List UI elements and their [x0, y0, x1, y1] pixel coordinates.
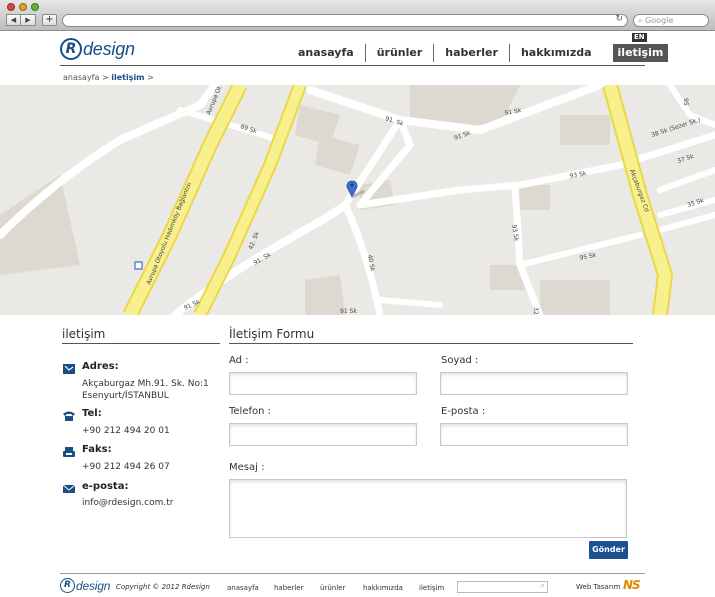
address-value: Akçaburgaz Mh.91. Sk. No:1 Esenyurt/İSTA… — [82, 378, 209, 402]
submit-button[interactable]: Gönder — [589, 541, 628, 559]
message-textarea[interactable] — [229, 479, 627, 538]
name-label: Ad : — [229, 355, 249, 366]
breadcrumb-current[interactable]: iletişim — [111, 73, 144, 82]
search-placeholder: Google — [645, 16, 674, 25]
map-building — [540, 280, 610, 315]
map-building — [315, 135, 360, 175]
zoom-window-button[interactable] — [31, 3, 39, 11]
message-label: Mesaj : — [229, 462, 265, 473]
map-label: 37 Sk — [676, 153, 695, 165]
contact-section-title: iletişim — [62, 327, 106, 341]
window-controls — [7, 3, 39, 11]
breadcrumb-separator: > — [101, 73, 109, 82]
tel-value[interactable]: +90 212 494 20 01 — [82, 425, 170, 437]
header-divider — [60, 65, 645, 66]
footer-logo-mark: R — [60, 578, 75, 593]
map-label: Avrupa Otoyolu Hadımköy Bağlantısı — [145, 181, 193, 286]
menu-item-news[interactable]: haberler — [434, 44, 510, 62]
map-label: 38 Sk (Sezer Sk.) — [650, 116, 701, 139]
footer-search-input[interactable]: ⌕ — [457, 581, 548, 593]
copyright-text: Copyright © 2012 Rdesign — [116, 583, 210, 591]
forward-button[interactable]: ▶ — [21, 14, 36, 26]
address-row: Adres: — [62, 361, 119, 375]
new-tab-button[interactable]: + — [42, 14, 57, 26]
email-row: e-posta: — [62, 481, 128, 495]
footer-link-about[interactable]: hakkımızda — [363, 584, 403, 592]
map-canvas[interactable]: Avrupa Otoyolu Hadımköy Bağlantısı Avrup… — [0, 85, 715, 315]
map-label: 91 Sk — [340, 308, 357, 315]
map-label: 95 — [682, 98, 689, 106]
magnifier-icon[interactable]: ⌕ — [541, 581, 545, 591]
map-label: 91 Sk — [453, 129, 472, 142]
logo-mark: R — [60, 38, 82, 60]
email-input[interactable] — [440, 423, 628, 446]
fax-label: Faks: — [82, 444, 112, 455]
breadcrumb-home[interactable]: anasayfa — [63, 73, 99, 82]
map-label: 42. Sk — [247, 230, 261, 250]
fax-icon — [63, 447, 75, 457]
menu-item-about[interactable]: hakkımızda — [510, 44, 603, 62]
surname-label: Soyad : — [441, 355, 479, 366]
agency-logo[interactable]: NS — [623, 578, 641, 592]
browser-toolbar: ◀ ▶ + ↻ ⌕ Google — [0, 0, 715, 31]
fax-value: +90 212 494 26 07 — [82, 462, 170, 472]
map-building — [305, 275, 345, 315]
language-switch[interactable]: EN — [632, 33, 647, 42]
tel-row: Tel: — [62, 408, 102, 422]
envelope-icon — [62, 484, 76, 493]
phone-icon — [63, 411, 75, 421]
form-title: İletişim Formu — [229, 327, 315, 341]
reload-icon[interactable]: ↻ — [615, 14, 623, 24]
footer-logo-text: design — [76, 578, 111, 593]
footer-divider — [60, 573, 645, 574]
map-building — [560, 115, 610, 145]
phone-label: Telefon : — [229, 406, 272, 417]
site-logo[interactable]: R design — [60, 37, 135, 61]
menu-item-home[interactable]: anasayfa — [287, 44, 366, 62]
web-design-credit: Web Tasarım — [576, 583, 621, 591]
footer-link-products[interactable]: ürünler — [320, 584, 345, 592]
map-building — [515, 185, 550, 210]
form-email-label: E-posta : — [441, 406, 486, 417]
location-map[interactable]: Avrupa Otoyolu Hadımköy Bağlantısı Avrup… — [0, 85, 715, 315]
footer-link-contact[interactable]: iletişim — [419, 584, 444, 592]
surname-input[interactable] — [440, 372, 628, 395]
minimize-window-button[interactable] — [19, 3, 27, 11]
browser-search-input[interactable]: ⌕ Google — [633, 14, 709, 27]
address-bar[interactable]: ↻ — [62, 14, 628, 27]
footer-link-news[interactable]: haberler — [274, 584, 303, 592]
back-button[interactable]: ◀ — [6, 14, 21, 26]
footer-link-home[interactable]: anasayfa — [227, 584, 259, 592]
address-label: Adres: — [82, 361, 119, 372]
address-line2: Esenyurt/İSTANBUL — [82, 391, 169, 401]
transit-icon — [134, 261, 143, 270]
email-value[interactable]: info@rdesign.com.tr — [82, 497, 173, 509]
email-label: e-posta: — [82, 481, 129, 492]
nav-buttons: ◀ ▶ — [6, 14, 36, 26]
map-label: 32 — [532, 307, 539, 315]
form-divider — [229, 343, 633, 344]
breadcrumb: anasayfa > iletişim > — [63, 73, 154, 82]
map-icon — [63, 364, 75, 374]
close-window-button[interactable] — [7, 3, 15, 11]
logo-text: design — [83, 38, 135, 59]
breadcrumb-separator: > — [147, 73, 154, 82]
search-icon: ⌕ — [638, 16, 643, 25]
map-label: 95 Sk — [579, 252, 597, 262]
fax-row: Faks: — [62, 444, 112, 458]
phone-input[interactable] — [229, 423, 417, 446]
main-menu: anasayfa ürünler haberler hakkımızda ile… — [287, 44, 669, 62]
address-line1: Akçaburgaz Mh.91. Sk. No:1 — [82, 379, 209, 389]
name-input[interactable] — [229, 372, 417, 395]
contact-section-divider — [62, 343, 220, 344]
tel-label: Tel: — [82, 408, 102, 419]
footer-logo[interactable]: R design — [60, 578, 110, 593]
menu-item-contact[interactable]: iletişim — [612, 44, 669, 62]
menu-item-products[interactable]: ürünler — [366, 44, 435, 62]
